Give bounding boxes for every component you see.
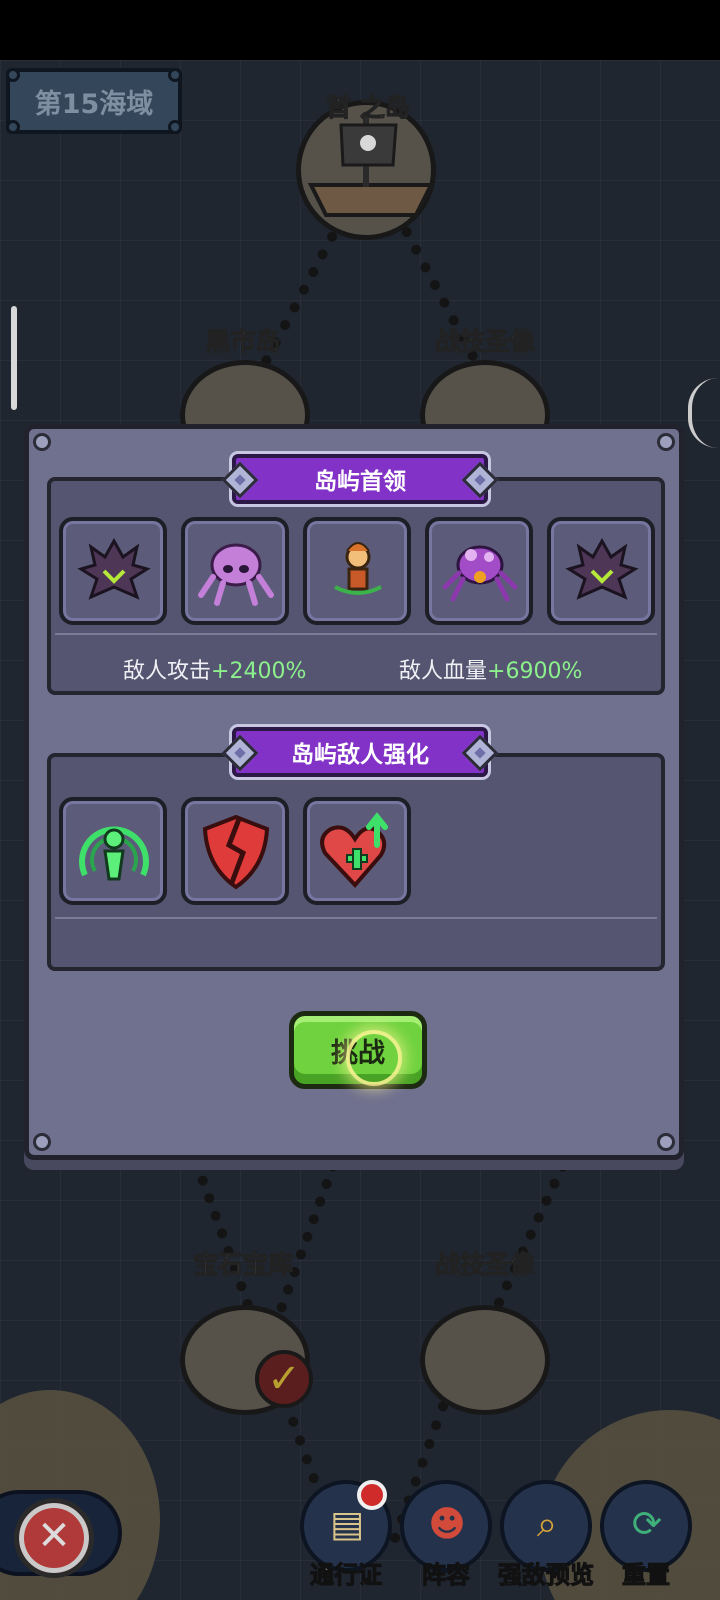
buff-slot[interactable] <box>181 797 289 905</box>
magnifier-icon: ⌕ <box>536 1504 558 1545</box>
purple-squid-icon <box>198 543 274 606</box>
island-info-modal: 敌人攻击+2400% 敌人血量+6900% 岛屿首领 岛屿敌人强化 挑战 <box>24 424 684 1160</box>
section-title-text: 岛屿首领 <box>314 469 406 495</box>
close-icon: ✕ <box>37 1513 71 1559</box>
region-label: 第15海域 <box>34 88 154 120</box>
stat-label: 敌人攻击 <box>123 659 212 684</box>
rivet-icon <box>657 433 675 451</box>
orange-archer-hero-icon <box>334 542 382 595</box>
path-chain <box>190 1156 255 1311</box>
island-label: 战技圣像 <box>434 1250 535 1280</box>
panel-divider <box>55 917 657 919</box>
dark-spiky-beetle-icon <box>77 537 151 600</box>
pirate-ship-icon <box>307 115 435 217</box>
stat-label: 敌人血量 <box>399 659 488 684</box>
rivet-icon <box>33 433 51 451</box>
enemy-attack-stat: 敌人攻击+2400% <box>123 653 306 685</box>
boss-slot[interactable] <box>547 517 655 625</box>
broken-shield-icon <box>202 814 270 890</box>
dark-spiky-beetle-icon <box>565 537 639 600</box>
buff-section-title: 岛屿敌人强化 <box>232 727 488 777</box>
path-chain <box>275 1160 340 1314</box>
island-label: 战技圣像 <box>434 327 535 357</box>
boss-panel: 敌人攻击+2400% 敌人血量+6900% <box>47 477 665 695</box>
passport-icon: ▤ <box>329 1504 364 1545</box>
boss-slot[interactable] <box>303 517 411 625</box>
stat-row: 敌人攻击+2400% 敌人血量+6900% <box>51 653 669 693</box>
section-title-text: 岛屿敌人强化 <box>291 742 429 768</box>
notification-dot <box>357 1480 387 1510</box>
buff-slot[interactable] <box>59 797 167 905</box>
green-aura-figure-icon <box>79 826 149 881</box>
boss-slot[interactable] <box>425 517 533 625</box>
island-label: 首 之岛 <box>326 93 411 123</box>
purple-spider-queen-icon <box>442 545 518 602</box>
stat-value: +2400% <box>211 659 307 684</box>
scroll-handle[interactable] <box>11 306 17 410</box>
region-badge: 第15海域 <box>6 68 182 134</box>
heart-heal-up-icon <box>320 812 388 888</box>
status-bar <box>0 0 720 60</box>
enemy-hp-stat: 敌人血量+6900% <box>399 653 582 685</box>
challenge-button[interactable]: 挑战 <box>289 1011 427 1089</box>
panel-divider <box>55 633 657 635</box>
island-skill-statue[interactable] <box>420 1305 550 1415</box>
reset-label: 重置 <box>622 1561 671 1590</box>
reset-icon: ⟳ <box>631 1504 663 1545</box>
boss-section-title: 岛屿首领 <box>232 454 488 504</box>
close-button[interactable]: ✕ <box>14 1498 94 1578</box>
lineup-icon: ☻ <box>428 1504 466 1545</box>
completed-check-icon: ✓ <box>255 1350 313 1408</box>
boss-slot[interactable] <box>59 517 167 625</box>
island-label: 黑市岛 <box>205 327 281 357</box>
rivet-icon <box>657 1133 675 1151</box>
buff-panel <box>47 753 665 971</box>
island-label: 宝石宝库 <box>192 1250 293 1280</box>
boss-slot[interactable] <box>181 517 289 625</box>
stat-value: +6900% <box>487 659 583 684</box>
tap-hint-glow-icon <box>346 1030 402 1086</box>
buff-slot[interactable] <box>303 797 411 905</box>
path-chain <box>492 1160 570 1310</box>
rivet-icon <box>33 1133 51 1151</box>
